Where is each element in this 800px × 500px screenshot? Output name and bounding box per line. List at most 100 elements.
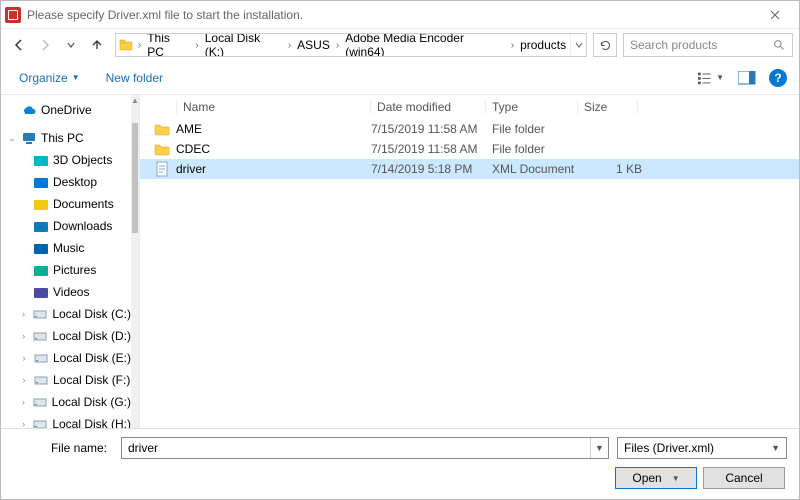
col-type[interactable]: Type <box>486 100 578 114</box>
disk-icon <box>32 328 48 344</box>
tree-item[interactable]: ›Local Disk (C:) <box>1 303 131 325</box>
expand-icon[interactable]: ⌄ <box>7 133 17 144</box>
help-button[interactable]: ? <box>769 69 787 87</box>
tree-item[interactable]: Documents <box>1 193 131 215</box>
search-icon <box>773 39 786 52</box>
tree-item[interactable]: › Local Disk (F:) <box>1 369 131 391</box>
help-icon: ? <box>774 71 781 85</box>
tree-scrollbar[interactable]: ▲ <box>131 95 139 428</box>
tree-item-label: 3D Objects <box>53 153 112 167</box>
file-size: 1 KB <box>590 162 650 176</box>
filename-input-field[interactable] <box>122 441 590 455</box>
xml-icon <box>152 161 172 177</box>
tree-item[interactable]: ›Local Disk (H:) <box>1 413 131 428</box>
col-size[interactable]: Size <box>578 100 638 114</box>
onedrive-icon <box>21 102 37 118</box>
close-button[interactable] <box>755 1 795 29</box>
chevron-right-icon: › <box>136 40 143 51</box>
breadcrumb-segment[interactable]: products <box>516 34 570 56</box>
nav-tree[interactable]: OneDrive ⌄This PC 3D Objects Desktop Documen… <box>1 95 131 428</box>
tree-item[interactable]: ›Local Disk (E:) <box>1 347 131 369</box>
pic-icon <box>33 262 49 278</box>
expand-icon[interactable]: › <box>19 353 29 363</box>
organize-menu[interactable]: Organize▼ <box>13 67 86 89</box>
tree-item[interactable]: Downloads <box>1 215 131 237</box>
breadcrumb-segment[interactable]: This PC <box>143 34 193 56</box>
view-mode-button[interactable]: ▼ <box>697 67 725 89</box>
file-name: CDEC <box>172 142 371 156</box>
vid-icon <box>33 284 49 300</box>
music-icon <box>33 240 49 256</box>
file-name: driver <box>172 162 371 176</box>
3d-icon <box>33 152 49 168</box>
disk-icon <box>32 306 48 322</box>
dl-icon <box>33 218 49 234</box>
breadcrumb-root-icon <box>116 37 136 53</box>
breadcrumb-segment[interactable]: Local Disk (K:) <box>201 34 286 56</box>
file-list-pane: Name Date modified Type Size AME7/15/201… <box>139 95 799 428</box>
file-row[interactable]: AME7/15/2019 11:58 AMFile folder <box>140 119 799 139</box>
breadcrumb[interactable]: › This PC›Local Disk (K:)›ASUS›Adobe Med… <box>115 33 587 57</box>
file-open-dialog: Please specify Driver.xml file to start … <box>0 0 800 500</box>
tree-item[interactable]: ›Local Disk (G:) <box>1 391 131 413</box>
file-type-filter[interactable]: Files (Driver.xml) ▼ <box>617 437 787 459</box>
breadcrumb-dropdown[interactable] <box>570 34 586 56</box>
file-row[interactable]: driver7/14/2019 5:18 PMXML Document1 KB <box>140 159 799 179</box>
tree-item[interactable]: Videos <box>1 281 131 303</box>
chevron-down-icon: ▼ <box>771 443 780 453</box>
col-date[interactable]: Date modified <box>371 100 486 114</box>
file-date: 7/15/2019 11:58 AM <box>371 122 492 136</box>
expand-icon[interactable]: › <box>19 309 28 319</box>
command-bar: Organize▼ New folder ▼ ? <box>1 61 799 95</box>
desktop-icon <box>33 174 49 190</box>
nav-toolbar: › This PC›Local Disk (K:)›ASUS›Adobe Med… <box>1 29 799 61</box>
chevron-right-icon: › <box>193 40 200 51</box>
chevron-right-icon: › <box>334 40 341 51</box>
forward-button[interactable] <box>33 33 57 57</box>
preview-pane-button[interactable] <box>733 67 761 89</box>
refresh-button[interactable] <box>593 33 617 57</box>
open-button[interactable]: Open▼ <box>615 467 697 489</box>
tree-item-label: Documents <box>53 197 114 211</box>
tree-item-label: Local Disk (F:) <box>53 373 130 387</box>
titlebar: Please specify Driver.xml file to start … <box>1 1 799 29</box>
tree-item-label: Downloads <box>53 219 112 233</box>
tree-item[interactable]: ⌄This PC <box>1 127 131 149</box>
tree-item-label: Local Disk (D:) <box>52 329 131 343</box>
app-icon <box>5 7 21 23</box>
tree-item-label: Pictures <box>53 263 96 277</box>
breadcrumb-segment[interactable]: ASUS <box>293 34 334 56</box>
tree-item[interactable]: Desktop <box>1 171 131 193</box>
disk-icon <box>32 416 48 428</box>
recent-dropdown[interactable] <box>59 33 83 57</box>
col-name[interactable]: Name <box>176 100 371 114</box>
tree-item[interactable]: › Local Disk (D:) <box>1 325 131 347</box>
view-details-icon <box>698 71 714 85</box>
expand-icon[interactable]: › <box>19 331 28 341</box>
breadcrumb-segment[interactable]: Adobe Media Encoder (win64) <box>341 34 509 56</box>
tree-item[interactable]: Pictures <box>1 259 131 281</box>
column-headers[interactable]: Name Date modified Type Size <box>140 95 799 119</box>
search-input[interactable]: Search products <box>623 33 793 57</box>
new-folder-button[interactable]: New folder <box>100 67 169 89</box>
disk-icon <box>33 372 49 388</box>
filename-input[interactable]: ▼ <box>121 437 609 459</box>
expand-icon[interactable]: › <box>19 375 29 385</box>
close-icon <box>770 10 780 20</box>
cancel-button[interactable]: Cancel <box>703 467 785 489</box>
filename-history-dropdown[interactable]: ▼ <box>590 438 608 458</box>
refresh-icon <box>599 39 612 52</box>
doc-icon <box>33 196 49 212</box>
tree-item-label: Desktop <box>53 175 97 189</box>
chevron-right-icon: › <box>286 40 293 51</box>
file-row[interactable]: CDEC7/15/2019 11:58 AMFile folder <box>140 139 799 159</box>
expand-icon[interactable]: › <box>19 397 28 407</box>
back-button[interactable] <box>7 33 31 57</box>
tree-item[interactable]: 3D Objects <box>1 149 131 171</box>
disk-icon <box>32 394 48 410</box>
up-button[interactable] <box>85 33 109 57</box>
file-list[interactable]: AME7/15/2019 11:58 AMFile folderCDEC7/15… <box>140 119 799 428</box>
expand-icon[interactable]: › <box>19 419 28 428</box>
tree-item[interactable]: Music <box>1 237 131 259</box>
tree-item[interactable]: OneDrive <box>1 99 131 121</box>
